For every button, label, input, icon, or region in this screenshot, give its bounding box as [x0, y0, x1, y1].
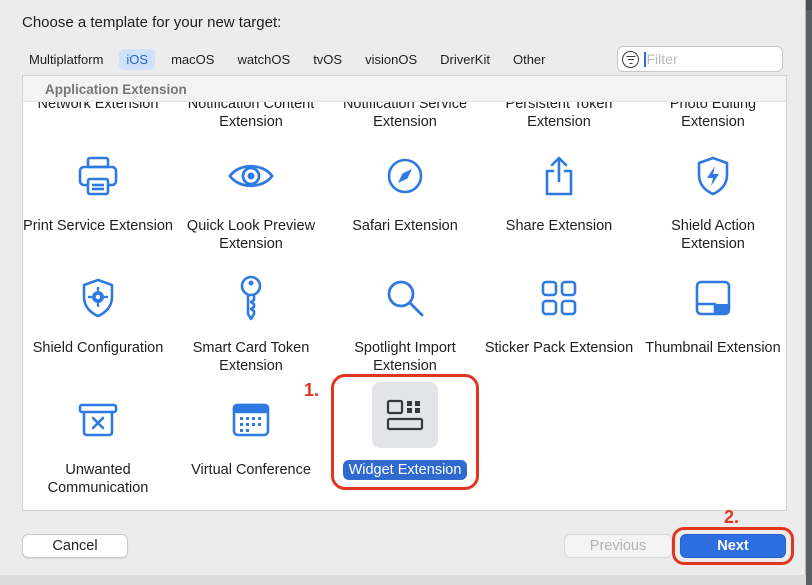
template-label: Sticker Pack Extension — [484, 340, 634, 356]
tab-ios[interactable]: iOS — [119, 48, 156, 70]
dialog-title: Choose a template for your new target: — [22, 14, 282, 31]
template-label: Shield Action Extension — [671, 218, 755, 252]
filter-placeholder: Filter — [646, 51, 678, 67]
new-target-sheet: Choose a template for your new target: M… — [0, 0, 806, 585]
shield-bolt-icon — [689, 152, 737, 200]
tab-tvos[interactable]: tvOS — [306, 49, 349, 70]
text-cursor — [644, 51, 646, 67]
cancel-button[interactable]: Cancel — [22, 534, 128, 558]
shield-gear-icon — [74, 274, 122, 322]
tab-driverkit[interactable]: DriverKit — [433, 49, 497, 70]
tray-x-icon — [74, 396, 122, 444]
background-window-strip-bottom — [0, 575, 806, 585]
tab-multiplatform[interactable]: Multiplatform — [22, 49, 110, 70]
thumbnail-icon — [689, 274, 737, 322]
template-quick-look-preview-extension[interactable]: Quick Look Preview Extension — [176, 146, 326, 256]
annotation-step-2: 2. — [724, 507, 740, 527]
section-title: Application Extension — [45, 82, 187, 97]
filter-icon — [622, 50, 639, 68]
section-header-overlay: Application Extension — [23, 76, 786, 102]
key-icon — [227, 274, 275, 322]
template-label: Spotlight Import Extension — [354, 340, 456, 374]
template-virtual-conference[interactable]: Virtual Conference — [176, 390, 326, 500]
template-label: Smart Card Token Extension — [192, 340, 310, 374]
annotation-highlight-widget — [331, 374, 479, 490]
annotation-highlight-next — [672, 527, 794, 565]
template-label: Virtual Conference — [191, 462, 311, 478]
template-shield-action-extension[interactable]: Shield Action Extension — [638, 146, 786, 256]
template-label: Unwanted Communication — [47, 462, 149, 496]
template-share-extension[interactable]: Share Extension — [484, 146, 634, 256]
calendar-icon — [227, 396, 275, 444]
tab-watchos[interactable]: watchOS — [230, 49, 297, 70]
tab-macos[interactable]: macOS — [164, 49, 221, 70]
template-smart-card-token-extension[interactable]: Smart Card Token Extension — [176, 268, 326, 378]
template-label: Safari Extension — [352, 218, 458, 234]
tab-visionos[interactable]: visionOS — [358, 49, 424, 70]
template-label: Shield Configuration — [32, 340, 164, 356]
compass-icon — [381, 152, 429, 200]
previous-button[interactable]: Previous — [564, 534, 672, 558]
template-shield-configuration[interactable]: Shield Configuration — [23, 268, 173, 378]
template-unwanted-communication[interactable]: Unwanted Communication — [23, 390, 173, 500]
filter-field[interactable]: Filter — [617, 46, 783, 72]
template-label: Print Service Extension — [23, 218, 173, 234]
template-print-service-extension[interactable]: Print Service Extension — [23, 146, 173, 256]
template-label: Thumbnail Extension — [645, 340, 781, 356]
template-thumbnail-extension[interactable]: Thumbnail Extension — [638, 268, 786, 378]
template-label: Share Extension — [505, 218, 613, 234]
grid-icon — [535, 274, 583, 322]
magnifier-icon — [381, 274, 429, 322]
share-icon — [535, 152, 583, 200]
annotation-step-1: 1. — [304, 380, 320, 400]
template-safari-extension[interactable]: Safari Extension — [330, 146, 480, 256]
tab-other[interactable]: Other — [506, 49, 553, 70]
eye-icon — [227, 152, 275, 200]
printer-icon — [74, 152, 122, 200]
template-sticker-pack-extension[interactable]: Sticker Pack Extension — [484, 268, 634, 378]
template-spotlight-import-extension[interactable]: Spotlight Import Extension — [330, 268, 480, 378]
template-label: Quick Look Preview Extension — [186, 218, 316, 252]
